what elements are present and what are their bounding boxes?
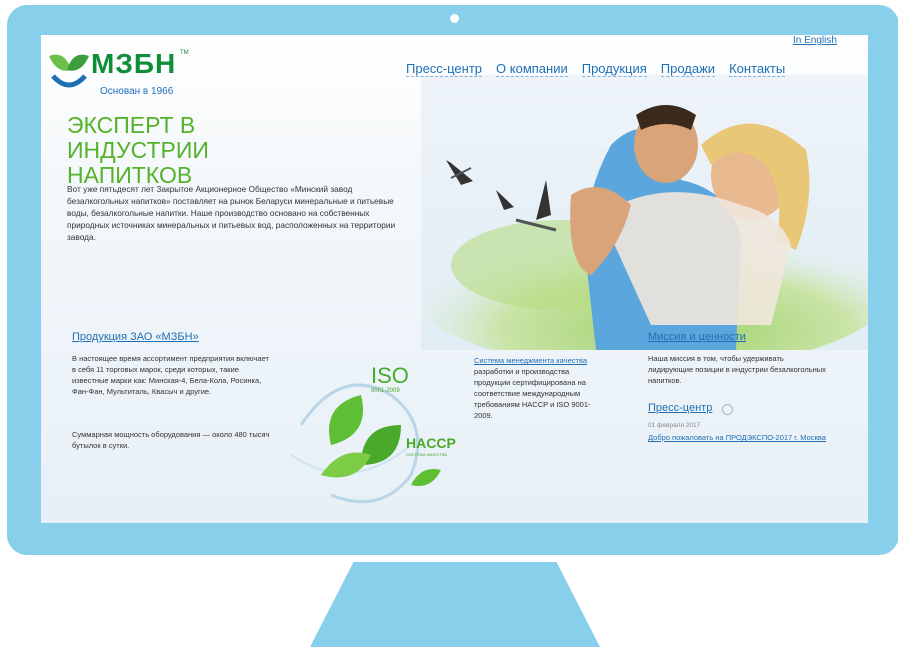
press-center-link[interactable]: Пресс-центр (648, 402, 712, 414)
haccp-subtitle: СИСТЕМА КАЧЕСТВА (406, 452, 447, 457)
mission-text: Наша миссия в том, чтобы удерживать лиди… (648, 354, 826, 385)
quality-system-link[interactable]: Система менеджмента качества (474, 356, 587, 365)
logo-name: МЗБН (91, 48, 177, 79)
hero-text: Вот уже пятьдесят лет Закрытое Акционерн… (67, 184, 396, 242)
certification-description: разработки и производства продукции серт… (474, 367, 591, 420)
camera-dot (450, 14, 459, 23)
nav-item-about[interactable]: О компании (496, 61, 568, 77)
iso-label: ISO (371, 363, 409, 388)
birds-illustration (446, 160, 557, 232)
press-date: 01 февраля 2017 (648, 422, 701, 429)
logo-founded: Основан в 1966 (100, 86, 174, 97)
certification-text: Система менеджмента качества разработки … (474, 355, 604, 421)
english-language-link[interactable]: In English (793, 35, 837, 46)
leaf-logo-icon (49, 54, 89, 88)
monitor-stand (310, 562, 600, 647)
haccp-label: HACCP (406, 435, 456, 451)
nav-item-sales[interactable]: Продажи (660, 61, 716, 77)
nav-item-products[interactable]: Продукция (581, 61, 647, 77)
products-heading-link[interactable]: Продукция ЗАО «МЗБН» (72, 331, 199, 343)
main-nav: Пресс-центр О компании Продукция Продажи… (406, 61, 786, 77)
website-screen: МЗБН TM Основан в 1966 In English Пресс-… (41, 35, 868, 523)
press-refresh-icon[interactable] (722, 404, 733, 415)
press-news-link[interactable]: Добро пожаловать на ПРОДЭКСПО-2017 г. Мо… (648, 432, 838, 443)
iso-standard: 9001-2009 (371, 388, 400, 394)
products-text: В настоящее время ассортимент предприяти… (72, 354, 269, 396)
nav-item-contacts[interactable]: Контакты (729, 61, 786, 77)
company-logo[interactable]: МЗБН TM Основан в 1966 (45, 42, 195, 102)
nav-item-press[interactable]: Пресс-центр (406, 61, 483, 77)
mission-heading-link[interactable]: Миссия и ценности (648, 331, 746, 343)
capacity-text: Суммарная мощность оборудования — около … (72, 430, 270, 450)
logo-trademark: TM (180, 50, 189, 56)
hero-title: ЭКСПЕРТ В ИНДУСТРИИ НАПИТКОВ (67, 112, 209, 188)
water-leaves-image: ISO 9001-2009 HACCP СИСТЕМА КАЧЕСТВА (290, 363, 456, 504)
